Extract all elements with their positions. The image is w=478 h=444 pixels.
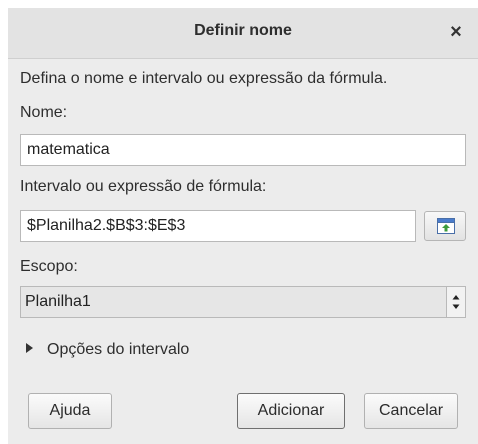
- help-button[interactable]: Ajuda: [28, 393, 112, 429]
- range-options-label: Opções do intervalo: [47, 341, 190, 358]
- description-text: Defina o nome e intervalo ou expressão d…: [20, 70, 388, 87]
- cancel-button[interactable]: Cancelar: [364, 393, 458, 429]
- expander-triangle-icon: [26, 343, 33, 353]
- range-input[interactable]: [20, 210, 416, 242]
- name-label: Nome:: [20, 104, 68, 121]
- spin-arrows-icon: [446, 287, 465, 317]
- scope-select[interactable]: Planilha1: [20, 286, 466, 318]
- add-button[interactable]: Adicionar: [237, 393, 345, 429]
- range-label: Intervalo ou expressão de fórmula:: [20, 178, 267, 195]
- dialog-title: Definir nome: [194, 22, 292, 39]
- close-icon[interactable]: ×: [444, 20, 468, 44]
- define-name-dialog: Definir nome × Defina o nome e intervalo…: [8, 8, 478, 444]
- titlebar: Definir nome ×: [8, 8, 478, 59]
- range-options-expander[interactable]: Opções do intervalo: [26, 341, 189, 359]
- shrink-range-button[interactable]: [424, 211, 466, 241]
- scope-label: Escopo:: [20, 258, 78, 275]
- shrink-range-icon: [437, 218, 455, 234]
- name-input[interactable]: [20, 134, 466, 166]
- scope-selected-value: Planilha1: [25, 293, 91, 310]
